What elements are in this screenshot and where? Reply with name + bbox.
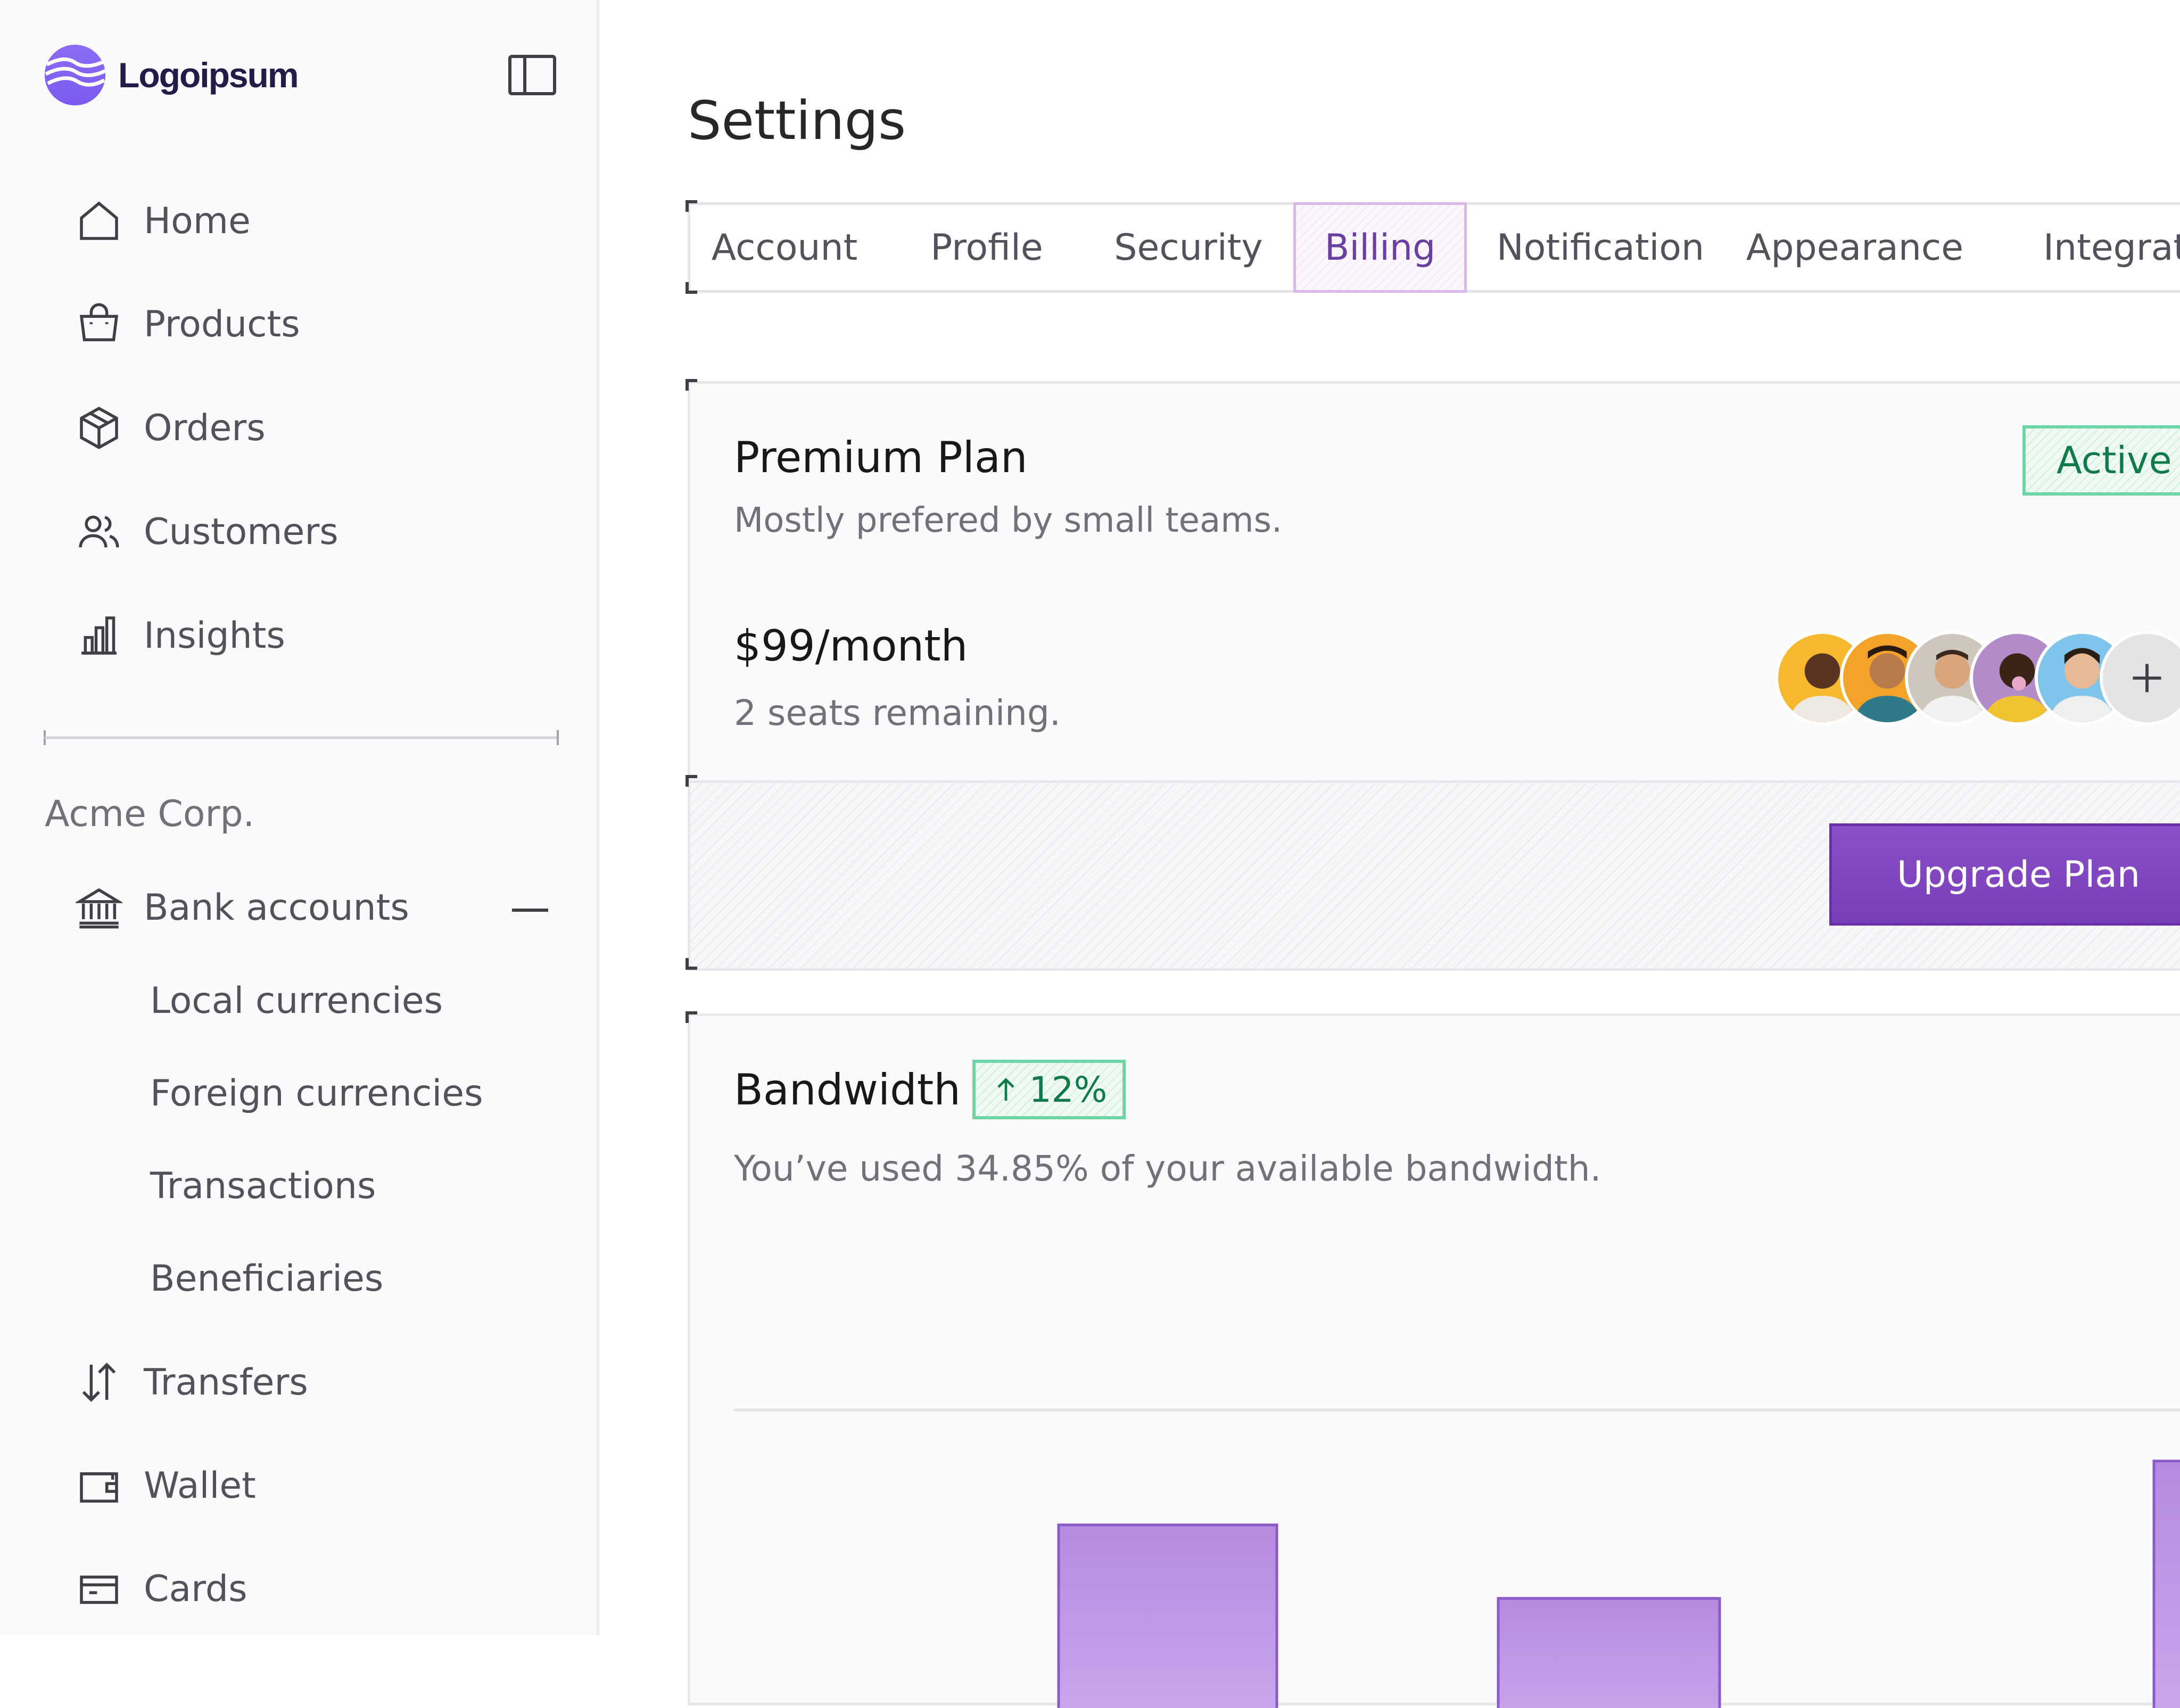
sidebar-divider [44,730,559,745]
users-icon [75,507,123,556]
arrow-up-icon [997,1078,1014,1101]
bandwidth-chart [734,1408,2180,1708]
corner-mark [686,282,697,294]
sidebar-toggle-icon[interactable] [507,53,558,97]
nav-label: Transfers [144,1361,308,1404]
tab-profile[interactable]: Profile [920,202,1053,293]
corner-mark [686,775,697,787]
plan-price: $99/month [734,621,968,671]
plan-description: Mostly prefered by small teams. [734,501,1283,540]
nav-label: Bank accounts [144,886,409,929]
package-icon [75,403,123,452]
sidebar: Logoipsum Home Products Orders Customers… [0,0,599,1635]
corner-mark [686,958,697,970]
tab-appearance[interactable]: Appearance [1746,202,1963,293]
tab-security[interactable]: Security [1103,202,1274,293]
corner-mark [686,379,697,391]
bar-chart-icon [75,611,123,660]
nav-label: Cards [144,1567,247,1610]
nav-label: Wallet [144,1464,256,1507]
brand[interactable]: Logoipsum [44,44,299,106]
bandwidth-change-badge: 12% [972,1060,1126,1119]
tab-notification[interactable]: Notification [1494,202,1707,293]
nav-label: Products [144,303,300,345]
nav-item-home[interactable]: Home [75,192,251,250]
nav-label: Insights [144,614,285,657]
tab-integrations[interactable]: Integrat [2043,202,2180,293]
nav-label: Home [144,200,251,242]
arrows-updown-icon [75,1358,123,1407]
corner-mark [686,200,697,212]
tab-account[interactable]: Account [712,202,858,293]
nav-item-transfers[interactable]: Transfers [75,1353,308,1412]
nav-item-orders[interactable]: Orders [75,399,266,457]
group-title: Acme Corp. [45,793,255,835]
shopping-bag-icon [75,300,123,349]
settings-tabs: Account Profile Security Billing Notific… [688,202,2180,293]
bandwidth-title: Bandwidth [734,1065,961,1115]
bandwidth-card: Bandwidth 12% You’ve used 34.85% of your… [688,1013,2180,1708]
home-icon [75,196,123,245]
plus-icon [2103,634,2180,722]
nav-item-insights[interactable]: Insights [75,606,285,665]
card-icon [75,1564,123,1613]
bank-icon [75,883,123,932]
collapse-minus-icon[interactable] [510,894,550,926]
plan-title: Premium Plan [734,433,1028,482]
bandwidth-description: You’ve used 34.85% of your available ban… [734,1148,1601,1189]
nav-item-bank-accounts[interactable]: Bank accounts [75,878,409,937]
sub-item-local-currencies[interactable]: Local currencies [150,974,443,1027]
wallet-icon [75,1461,123,1510]
nav-item-products[interactable]: Products [75,295,300,353]
logo-icon [44,44,106,106]
nav-item-wallet[interactable]: Wallet [75,1456,256,1515]
brand-name: Logoipsum [118,55,299,95]
nav-label: Customers [144,510,338,553]
sub-item-beneficiaries[interactable]: Beneficiaries [150,1252,383,1305]
nav-item-cards[interactable]: Cards [75,1560,247,1618]
nav-label: Orders [144,407,266,449]
tab-billing[interactable]: Billing [1293,202,1467,293]
chart-bar [2152,1459,2180,1708]
status-badge: Active [2022,425,2180,496]
upgrade-plan-button[interactable]: Upgrade Plan [1829,823,2180,926]
sub-item-transactions[interactable]: Transactions [150,1159,376,1212]
nav-item-customers[interactable]: Customers [75,502,338,561]
chart-bar [1497,1597,1721,1708]
plan-footer: Upgrade Plan [690,780,2180,968]
bandwidth-change-value: 12% [1029,1069,1108,1110]
sub-item-foreign-currencies[interactable]: Foreign currencies [150,1067,483,1120]
chart-bar [1057,1523,1278,1708]
page-title: Settings [688,89,906,152]
premium-plan-card: Premium Plan Mostly prefered by small te… [688,381,2180,971]
seats-remaining: 2 seats remaining. [734,692,1061,733]
corner-mark [686,1011,697,1023]
